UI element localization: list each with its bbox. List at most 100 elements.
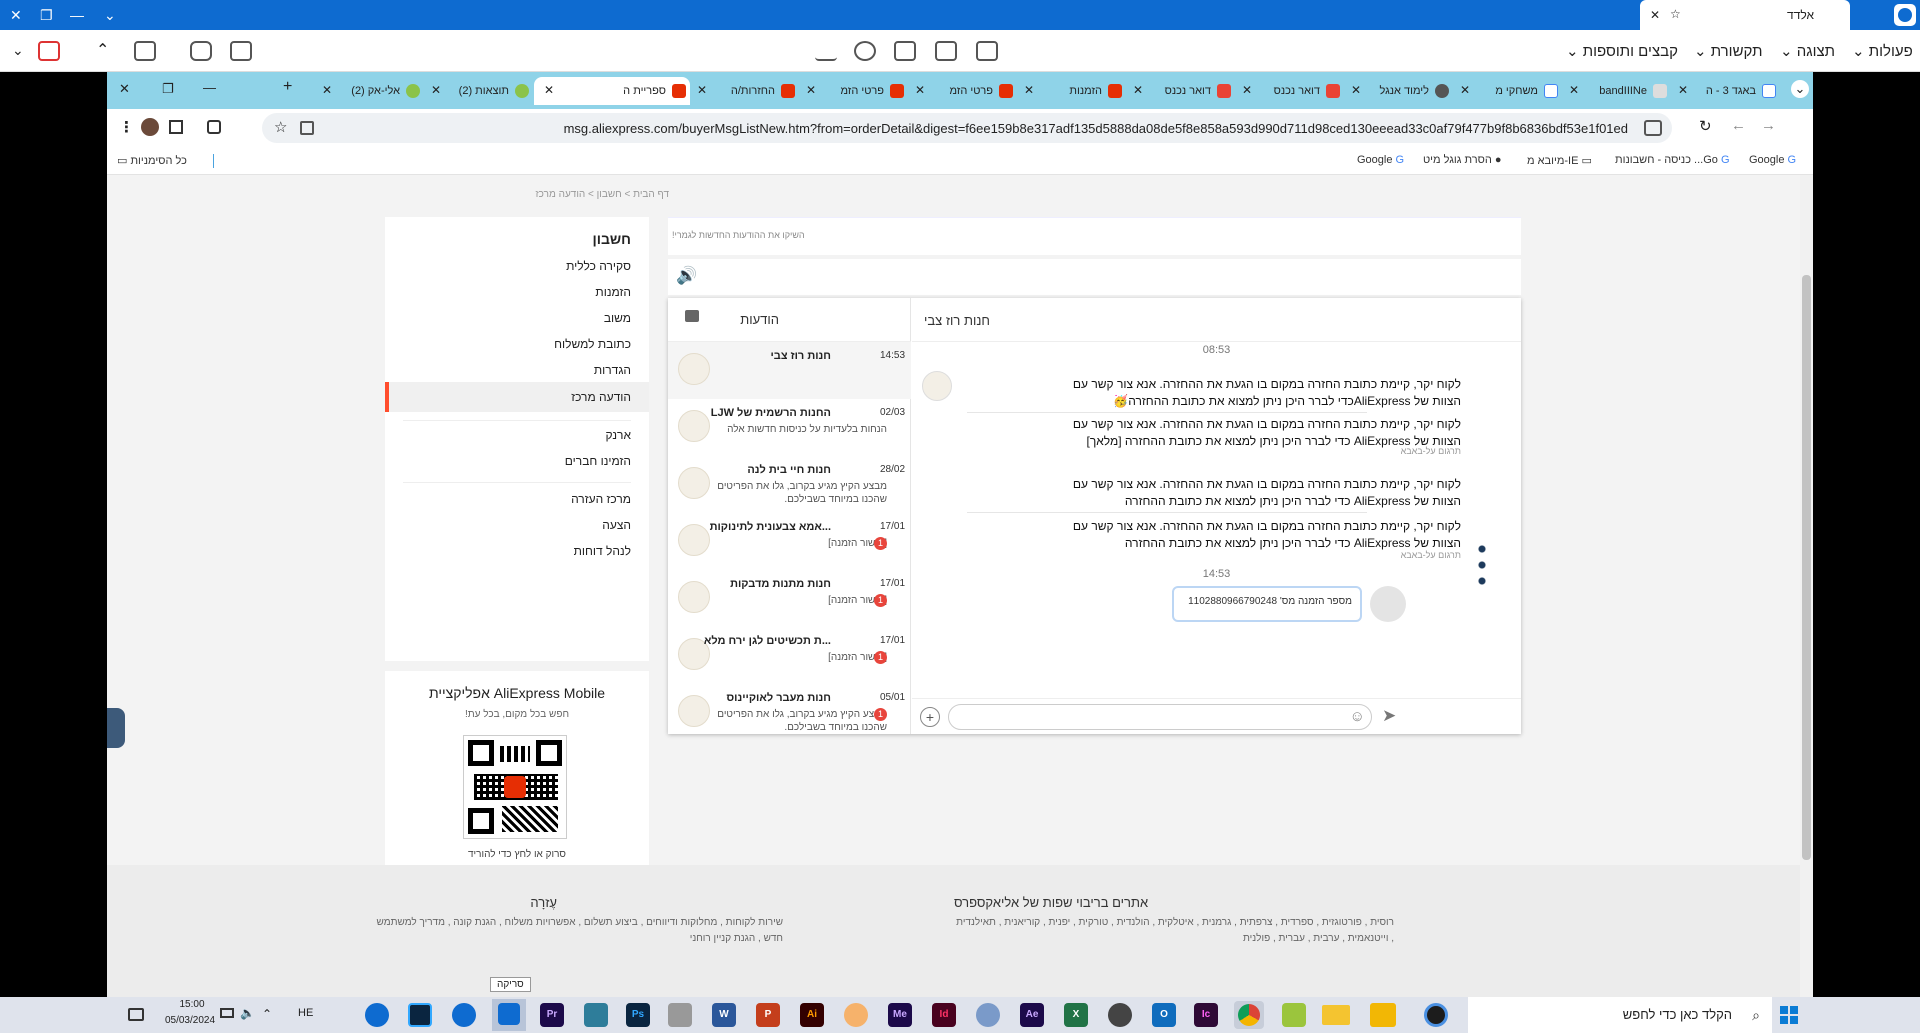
close-icon[interactable]: ✕ <box>431 83 441 97</box>
restore-icon[interactable]: ❐ <box>40 6 53 24</box>
app-icon[interactable] <box>844 1003 868 1027</box>
keyboard-icon[interactable] <box>935 41 957 61</box>
teamviewer-icon[interactable] <box>365 1003 389 1027</box>
install-app-icon[interactable] <box>300 121 314 135</box>
close-icon[interactable]: ✕ <box>806 83 816 97</box>
sidebar-item-wallet[interactable]: ארנק <box>606 428 631 442</box>
browser-tab[interactable]: פרטי הזמ ✕ <box>800 77 908 105</box>
conversation-item[interactable]: ...אמא צבעונית לתינוקות 17/01 [אישור הזמנה… <box>668 513 911 570</box>
reload-icon[interactable]: ↻ <box>1699 117 1712 135</box>
input-language[interactable]: HE <box>298 1007 313 1019</box>
back-icon[interactable]: ← <box>1731 117 1746 134</box>
chart-icon[interactable] <box>976 41 998 61</box>
menu-files[interactable]: ⌄ קבצים ותוספות <box>1566 42 1678 60</box>
restore-icon[interactable]: ❐ <box>162 81 174 97</box>
tab-search-icon[interactable]: ⌄ <box>1791 80 1809 98</box>
menu-communication[interactable]: ⌄ תקשורת <box>1694 42 1762 60</box>
browser-tab[interactable]: החזרות/ה ✕ <box>691 77 799 105</box>
conversation-item[interactable]: החנות הרשמית של LJW 02/03 הנחות בלעדיות על… <box>668 399 911 456</box>
close-icon[interactable]: ✕ <box>322 83 332 97</box>
end-session-icon[interactable] <box>38 41 60 61</box>
sidebar-item-invite-friends[interactable]: הזמינו חברים <box>565 454 631 468</box>
close-icon[interactable]: ✕ <box>1024 83 1034 97</box>
sidebar-item-feedback[interactable]: משוב <box>604 311 631 325</box>
all-bookmarks[interactable]: ▭ כל הסימניות <box>117 154 187 167</box>
chevron-up-icon[interactable]: ⌃ <box>262 1007 272 1021</box>
emoji-icon[interactable]: ☺ <box>1350 708 1365 725</box>
close-icon[interactable]: ✕ <box>1242 83 1252 97</box>
browser-tab[interactable]: (2) תוצאות ✕ <box>425 77 533 105</box>
sidebar-item-settings[interactable]: הגדרות <box>594 363 631 377</box>
file-explorer-icon[interactable] <box>1322 1005 1350 1025</box>
illustrator-icon[interactable]: Ai <box>800 1003 824 1027</box>
browser-tab[interactable]: הזמנות ✕ <box>1018 77 1126 105</box>
premiere-icon[interactable]: Pr <box>540 1003 564 1027</box>
page-scrollbar[interactable] <box>1800 175 1813 997</box>
order-card[interactable]: מספר הזמנה מס' 1102880966790248 <box>1172 586 1362 622</box>
sidebar-item-shipping-address[interactable]: כתובת למשלוח <box>554 337 631 351</box>
app-icon[interactable]: Ic <box>1194 1003 1218 1027</box>
chevron-up-icon[interactable]: ⌃ <box>96 40 109 60</box>
screenshot-icon[interactable] <box>190 41 212 61</box>
browser-tab-active[interactable]: ספריית ה ✕ <box>534 77 690 105</box>
close-icon[interactable]: ✕ <box>1678 83 1688 97</box>
conversation-item[interactable]: חנות מתנות מדבקות 17/01 [אישור הזמנה] 1 <box>668 570 911 627</box>
browser-tab[interactable]: (2) אלי-אק ✕ <box>316 77 424 105</box>
close-icon[interactable]: ✕ <box>10 6 22 24</box>
start-icon[interactable] <box>1780 1006 1798 1024</box>
notifications-icon[interactable] <box>128 1008 144 1021</box>
after-effects-icon[interactable]: Ae <box>1020 1003 1044 1027</box>
excel-icon[interactable]: X <box>1064 1003 1088 1027</box>
app-icon[interactable] <box>1282 1003 1306 1027</box>
session-tab[interactable]: אלדד ✕ ☆ <box>1640 0 1850 30</box>
search-box[interactable]: ⌕ הקלד כאן כדי לחפש <box>1468 997 1772 1033</box>
close-icon[interactable]: ✕ <box>1650 8 1660 22</box>
menu-view[interactable]: ⌄ תצוגה <box>1780 42 1835 60</box>
teamviewer-icon[interactable] <box>452 1003 476 1027</box>
minimize-icon[interactable]: — <box>203 80 216 95</box>
conversation-item[interactable]: חנות מעבר לאוקיינוס 05/01 מבצע הקיץ מגיע ב… <box>668 684 911 741</box>
publisher-icon[interactable]: P <box>756 1003 780 1027</box>
chevron-down-icon[interactable]: ⌄ <box>12 42 24 59</box>
app-icon[interactable] <box>584 1003 608 1027</box>
bookmark-item[interactable]: מיובא מ-IE ▭ <box>1527 154 1592 167</box>
message-input[interactable]: ☺ <box>948 704 1372 730</box>
chrome-taskbar-item[interactable] <box>1234 1001 1264 1029</box>
bookmark-item[interactable]: הסרת גוגל מיט ● <box>1423 154 1502 166</box>
lightroom-icon[interactable] <box>408 1003 432 1027</box>
extensions-icon[interactable] <box>207 120 221 134</box>
close-icon[interactable]: ✕ <box>1351 83 1361 97</box>
download-icon[interactable] <box>815 41 837 61</box>
bookmark-item[interactable]: Google G <box>1749 154 1796 166</box>
chevron-down-icon[interactable]: ⌄ <box>104 6 116 24</box>
address-bar[interactable]: ☆ msg.aliexpress.com/buyerMsgListNew.htm… <box>262 113 1672 143</box>
outlook-icon[interactable]: O <box>1152 1003 1176 1027</box>
new-tab-icon[interactable]: + <box>283 78 292 96</box>
more-icon[interactable] <box>1478 541 1486 589</box>
word-icon[interactable]: W <box>712 1003 736 1027</box>
teamviewer-taskbar-item[interactable] <box>492 999 526 1031</box>
conversation-item[interactable]: ...ת תכשיטים לגן ירח מלא 17/01 [אישור הזמנ… <box>668 627 911 684</box>
speaker-icon[interactable]: 🔊 <box>676 266 697 286</box>
app-icon[interactable] <box>668 1003 692 1027</box>
sidebar-item-orders[interactable]: הזמנות <box>595 285 631 299</box>
whiteboard-icon[interactable] <box>230 41 252 61</box>
browser-tab[interactable]: דואר נכנס ✕ <box>1127 77 1235 105</box>
close-icon[interactable]: ✕ <box>697 83 707 97</box>
menu-actions[interactable]: ⌄ פעולות <box>1852 42 1913 60</box>
sidebar-item-suggestion[interactable]: הצעה <box>602 518 631 532</box>
indesign-icon[interactable]: Id <box>932 1003 956 1027</box>
site-settings-icon[interactable] <box>1644 120 1662 136</box>
close-icon[interactable]: ✕ <box>544 83 554 97</box>
photoshop-icon[interactable]: Ps <box>626 1003 650 1027</box>
forward-icon[interactable]: → <box>1761 117 1776 134</box>
close-icon[interactable]: ✕ <box>1133 83 1143 97</box>
send-icon[interactable]: ➤ <box>1382 706 1396 726</box>
conversation-item[interactable]: חנות חיי בית לנה 28/02 מבצע הקיץ מגיע בקרו… <box>668 456 911 513</box>
side-handle[interactable] <box>107 708 125 748</box>
file-transfer-icon[interactable] <box>894 41 916 61</box>
clock-date[interactable]: 05/03/2024 <box>158 1015 222 1026</box>
avatar[interactable] <box>141 118 159 136</box>
bookmark-item[interactable]: כניסה - חשבונות ...Go G <box>1615 154 1730 166</box>
sidebar-item-overview[interactable]: סקירה כללית <box>566 259 631 273</box>
